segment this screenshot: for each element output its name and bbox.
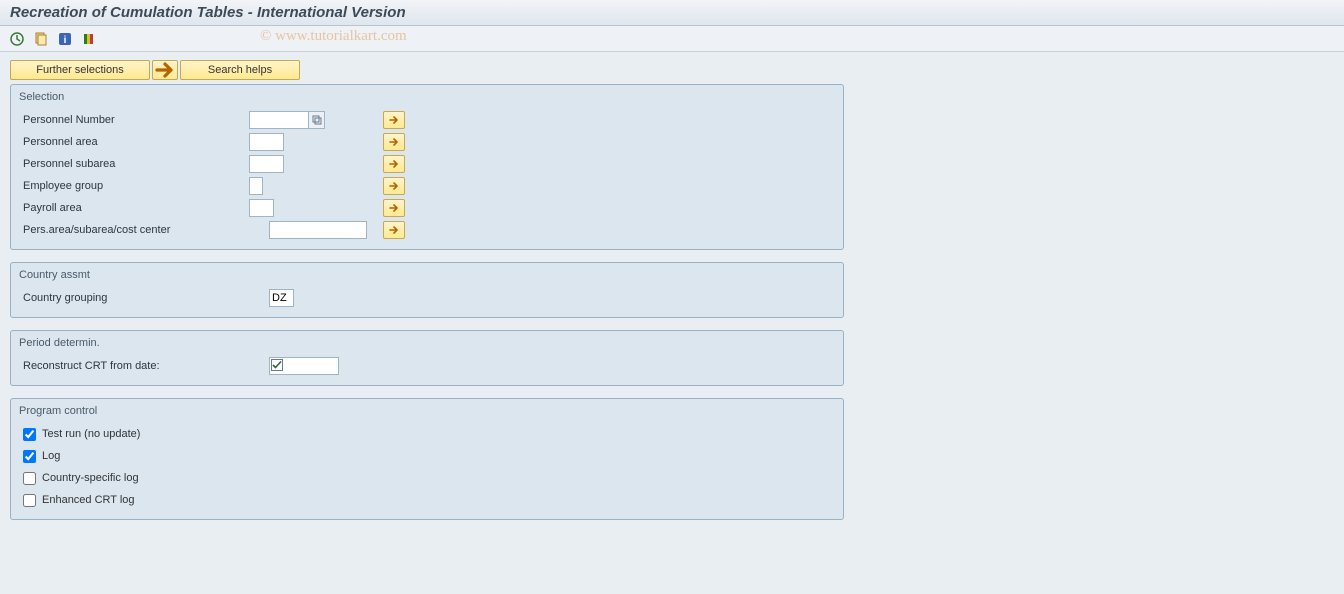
title-bar: Recreation of Cumulation Tables - Intern… xyxy=(0,0,1344,26)
selection-group: Selection Personnel Number Personnel are… xyxy=(10,84,844,250)
employee-group-multiple[interactable] xyxy=(383,177,405,195)
log-label: Log xyxy=(42,450,60,462)
watermark-text: © www.tutorialkart.com xyxy=(260,28,407,45)
personnel-number-matchcode[interactable] xyxy=(309,111,325,129)
further-selections-label: Further selections xyxy=(36,64,123,76)
row-personnel-area: Personnel area xyxy=(19,131,835,153)
row-employee-group: Employee group xyxy=(19,175,835,197)
execute-icon[interactable] xyxy=(8,30,26,48)
personnel-number-label: Personnel Number xyxy=(19,114,249,126)
employee-group-input[interactable] xyxy=(249,177,263,195)
personnel-number-multiple[interactable] xyxy=(383,111,405,129)
payroll-area-input[interactable] xyxy=(249,199,274,217)
page-title: Recreation of Cumulation Tables - Intern… xyxy=(10,4,406,21)
country-log-checkbox[interactable] xyxy=(23,472,36,485)
personnel-subarea-input[interactable] xyxy=(249,155,284,173)
check-icon xyxy=(271,359,283,374)
row-country-log: Country-specific log xyxy=(19,467,835,489)
content-area: Further selections Search helps Selectio… xyxy=(0,52,1344,540)
ribbon-arrow-button[interactable] xyxy=(152,60,178,80)
period-group: Period determin. Reconstruct CRT from da… xyxy=(10,330,844,386)
application-toolbar: i © www.tutorialkart.com xyxy=(0,26,1344,52)
country-title: Country assmt xyxy=(19,269,835,281)
svg-text:i: i xyxy=(64,35,67,46)
enh-crt-log-checkbox[interactable] xyxy=(23,494,36,507)
personnel-subarea-label: Personnel subarea xyxy=(19,158,249,170)
personnel-subarea-multiple[interactable] xyxy=(383,155,405,173)
row-personnel-number: Personnel Number xyxy=(19,109,835,131)
reconstruct-label: Reconstruct CRT from date: xyxy=(19,360,269,372)
row-log: Log xyxy=(19,445,835,467)
pers-area-cost-multiple[interactable] xyxy=(383,221,405,239)
further-selections-button[interactable]: Further selections xyxy=(10,60,150,80)
pers-area-cost-input[interactable] xyxy=(269,221,367,239)
country-group: Country assmt Country grouping xyxy=(10,262,844,318)
payroll-area-label: Payroll area xyxy=(19,202,249,214)
personnel-area-input[interactable] xyxy=(249,133,284,151)
pers-area-cost-label: Pers.area/subarea/cost center xyxy=(19,224,269,236)
employee-group-label: Employee group xyxy=(19,180,249,192)
program-title: Program control xyxy=(19,405,835,417)
test-run-label: Test run (no update) xyxy=(42,428,140,440)
row-pers-area-cost: Pers.area/subarea/cost center xyxy=(19,219,835,241)
personnel-number-input[interactable] xyxy=(249,111,309,129)
period-title: Period determin. xyxy=(19,337,835,349)
variant-icon[interactable] xyxy=(32,30,50,48)
search-helps-label: Search helps xyxy=(208,64,272,76)
log-checkbox[interactable] xyxy=(23,450,36,463)
country-grouping-input[interactable] xyxy=(269,289,294,307)
row-test-run: Test run (no update) xyxy=(19,423,835,445)
row-personnel-subarea: Personnel subarea xyxy=(19,153,835,175)
flag-icon[interactable] xyxy=(80,30,98,48)
search-helps-button[interactable]: Search helps xyxy=(180,60,300,80)
row-country-grouping: Country grouping xyxy=(19,287,835,309)
personnel-area-multiple[interactable] xyxy=(383,133,405,151)
payroll-area-multiple[interactable] xyxy=(383,199,405,217)
selection-title: Selection xyxy=(19,91,835,103)
country-log-label: Country-specific log xyxy=(42,472,139,484)
test-run-checkbox[interactable] xyxy=(23,428,36,441)
ribbon-row: Further selections Search helps xyxy=(10,60,1334,80)
info-icon[interactable]: i xyxy=(56,30,74,48)
row-payroll-area: Payroll area xyxy=(19,197,835,219)
personnel-area-label: Personnel area xyxy=(19,136,249,148)
row-reconstruct: Reconstruct CRT from date: xyxy=(19,355,835,377)
country-grouping-label: Country grouping xyxy=(19,292,269,304)
row-enh-crt-log: Enhanced CRT log xyxy=(19,489,835,511)
program-group: Program control Test run (no update) Log… xyxy=(10,398,844,520)
enh-crt-log-label: Enhanced CRT log xyxy=(42,494,135,506)
